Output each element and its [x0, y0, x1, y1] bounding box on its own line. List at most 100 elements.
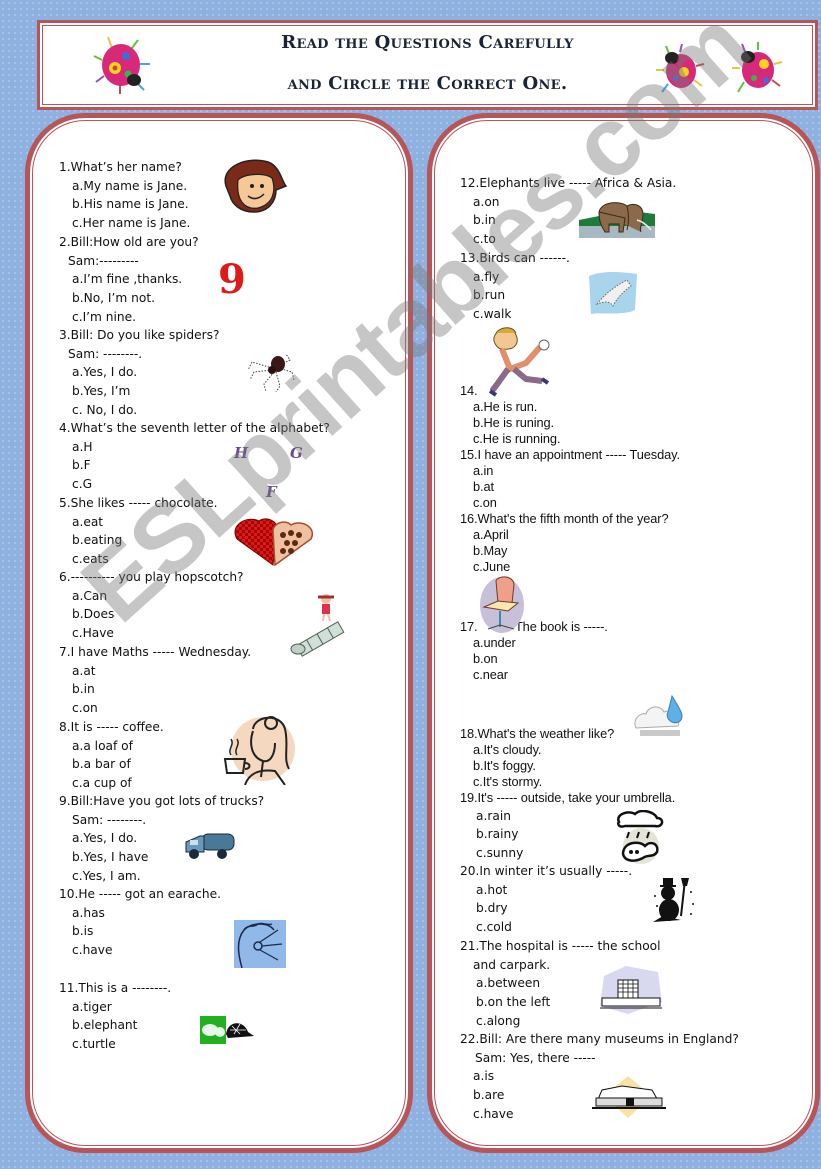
spider-icon	[247, 353, 295, 392]
question-sub-line: Sam: --------.	[72, 812, 147, 827]
option-b[interactable]: b.run	[460, 288, 570, 307]
question-2: 2.Bill:How old are you? Sam:--------- a.…	[59, 235, 199, 328]
option-c[interactable]: c.Have	[59, 626, 244, 645]
option-b[interactable]: b.Yes, I’m	[59, 384, 219, 403]
option-a[interactable]: a.tiger	[59, 1000, 171, 1019]
truck-icon	[185, 833, 235, 859]
question-stem: 4.What’s the seventh letter of the alpha…	[59, 421, 330, 435]
option-b[interactable]: b.in	[59, 682, 251, 701]
question-1: 1.What’s her name? a.My name is Jane. b.…	[59, 160, 190, 235]
question-stem: 19.It's ----- outside, take your umbrell…	[460, 790, 676, 805]
option-a[interactable]: a.at	[59, 664, 251, 683]
option-a[interactable]: a.It's cloudy.	[460, 742, 614, 758]
question-8: 8.It is ----- coffee. a.a loaf of b.a ba…	[59, 720, 164, 795]
question-stem: 9.Bill:Have you got lots of trucks?	[59, 794, 265, 808]
running-boy-icon	[488, 327, 550, 397]
question-stem: 18.What's the weather like?	[460, 726, 615, 741]
question-11: 11.This is a --------. a.tiger b.elephan…	[59, 981, 171, 1056]
question-stem: 6.---------- you play hopscotch?	[59, 570, 244, 584]
option-a[interactable]: a.April	[460, 527, 669, 543]
hospital-icon	[600, 966, 662, 1014]
question-number: 17.	[460, 619, 478, 634]
option-b[interactable]: b.dry	[460, 901, 632, 920]
option-c[interactable]: c.June	[460, 559, 669, 575]
museum-icon	[592, 1076, 666, 1118]
question-stem: 22.Bill: Are there many museums in Engla…	[460, 1032, 739, 1046]
question-stem: 11.This is a --------.	[59, 981, 172, 995]
option-b[interactable]: b.He is runing.	[460, 415, 560, 431]
option-b[interactable]: b.It's foggy.	[460, 758, 614, 774]
question-stem: 16.What's the fifth month of the year?	[460, 511, 669, 526]
question-stem: 7.I have Maths ----- Wednesday.	[59, 645, 252, 659]
question-text: The book is -----.	[514, 619, 608, 634]
option-a[interactable]: a.Yes, I do.	[59, 365, 219, 384]
option-a[interactable]: a.My name is Jane.	[59, 179, 190, 198]
question-sub-line: Sam:---------	[68, 253, 139, 268]
woman-coffee-icon	[223, 716, 295, 785]
option-a[interactable]: a.eat	[59, 515, 218, 534]
option-a[interactable]: a.in	[460, 463, 680, 479]
elephant-icon	[579, 202, 655, 238]
option-b[interactable]: b.Does	[59, 607, 244, 626]
earache-icon	[234, 920, 286, 968]
option-b[interactable]: b.No, I’m not.	[59, 291, 199, 310]
option-b[interactable]: b.is	[59, 924, 221, 943]
option-b[interactable]: b.May	[460, 543, 669, 559]
option-c[interactable]: c.have	[59, 943, 221, 962]
option-c[interactable]: c.I’m nine.	[59, 310, 199, 329]
option-b[interactable]: b.elephant	[59, 1018, 171, 1037]
option-b[interactable]: b.a bar of	[59, 757, 164, 776]
girl-face-icon	[224, 159, 288, 213]
option-c[interactable]: c.walk	[460, 307, 570, 326]
option-a[interactable]: a.a loaf of	[59, 739, 164, 758]
question-stem: 5.She likes ----- chocolate.	[59, 496, 218, 510]
option-c[interactable]: c. No, I do.	[59, 403, 219, 422]
rainy-cloud-icon	[617, 810, 664, 864]
option-c[interactable]: c.a cup of	[59, 776, 164, 795]
question-6: 6.---------- you play hopscotch? a.Can b…	[59, 570, 244, 645]
option-a[interactable]: a.He is run.	[460, 399, 560, 415]
letter-h: H	[234, 444, 249, 462]
chocolate-box-icon	[234, 518, 313, 567]
question-sub-line: Sam: --------.	[68, 346, 143, 361]
question-stem: 1.What’s her name?	[59, 160, 182, 174]
option-b[interactable]: b.on	[460, 651, 608, 667]
option-b[interactable]: b.eating	[59, 533, 218, 552]
option-a[interactable]: a.hot	[460, 883, 632, 902]
question-18: 18.What's the weather like? a.It's cloud…	[460, 726, 614, 790]
letter-g: G	[290, 444, 303, 462]
question-stem: 3.Bill: Do you like spiders?	[59, 328, 220, 342]
snowman-icon	[653, 878, 694, 922]
question-stem: 8.It is ----- coffee.	[59, 720, 164, 734]
option-a[interactable]: a.has	[59, 906, 221, 925]
option-a[interactable]: a.I’m fine ,thanks.	[59, 272, 199, 291]
option-a[interactable]: a.fly	[460, 270, 570, 289]
question-10: 10.He ----- got an earache. a.has b.is c…	[59, 887, 221, 962]
option-c[interactable]: c.It's stormy.	[460, 774, 614, 790]
question-stem: 21.The hospital is ----- the school	[460, 939, 661, 953]
option-c[interactable]: c.turtle	[59, 1037, 171, 1056]
option-c[interactable]: c.on	[460, 495, 680, 511]
option-c[interactable]: c.Her name is Jane.	[59, 216, 190, 235]
option-c[interactable]: c.near	[460, 667, 608, 683]
option-c[interactable]: c.cold	[460, 920, 632, 939]
question-stem: 13.Birds can ------.	[460, 251, 570, 265]
option-a[interactable]: a.Can	[59, 589, 244, 608]
rain-cloud-icon	[634, 694, 683, 736]
ladybug-icon	[732, 42, 783, 93]
number-nine-icon: 9	[218, 256, 246, 303]
option-c[interactable]: c.along	[460, 1014, 661, 1033]
ladybug-icon	[656, 44, 705, 93]
option-c[interactable]: c.eats	[59, 552, 218, 571]
question-stem: 20.In winter it’s usually -----.	[460, 864, 633, 878]
option-c[interactable]: c.He is running.	[460, 431, 560, 447]
option-c[interactable]: c.Yes, I am.	[59, 869, 264, 888]
option-b[interactable]: b.His name is Jane.	[59, 197, 190, 216]
question-16: 16.What's the fifth month of the year? a…	[460, 511, 669, 575]
option-c[interactable]: c.G	[59, 477, 330, 496]
question-stem: 2.Bill:How old are you?	[59, 235, 199, 249]
option-b[interactable]: b.at	[460, 479, 680, 495]
bird-icon	[589, 272, 637, 314]
option-a[interactable]: a.under	[460, 635, 608, 651]
hopscotch-icon	[290, 594, 345, 657]
